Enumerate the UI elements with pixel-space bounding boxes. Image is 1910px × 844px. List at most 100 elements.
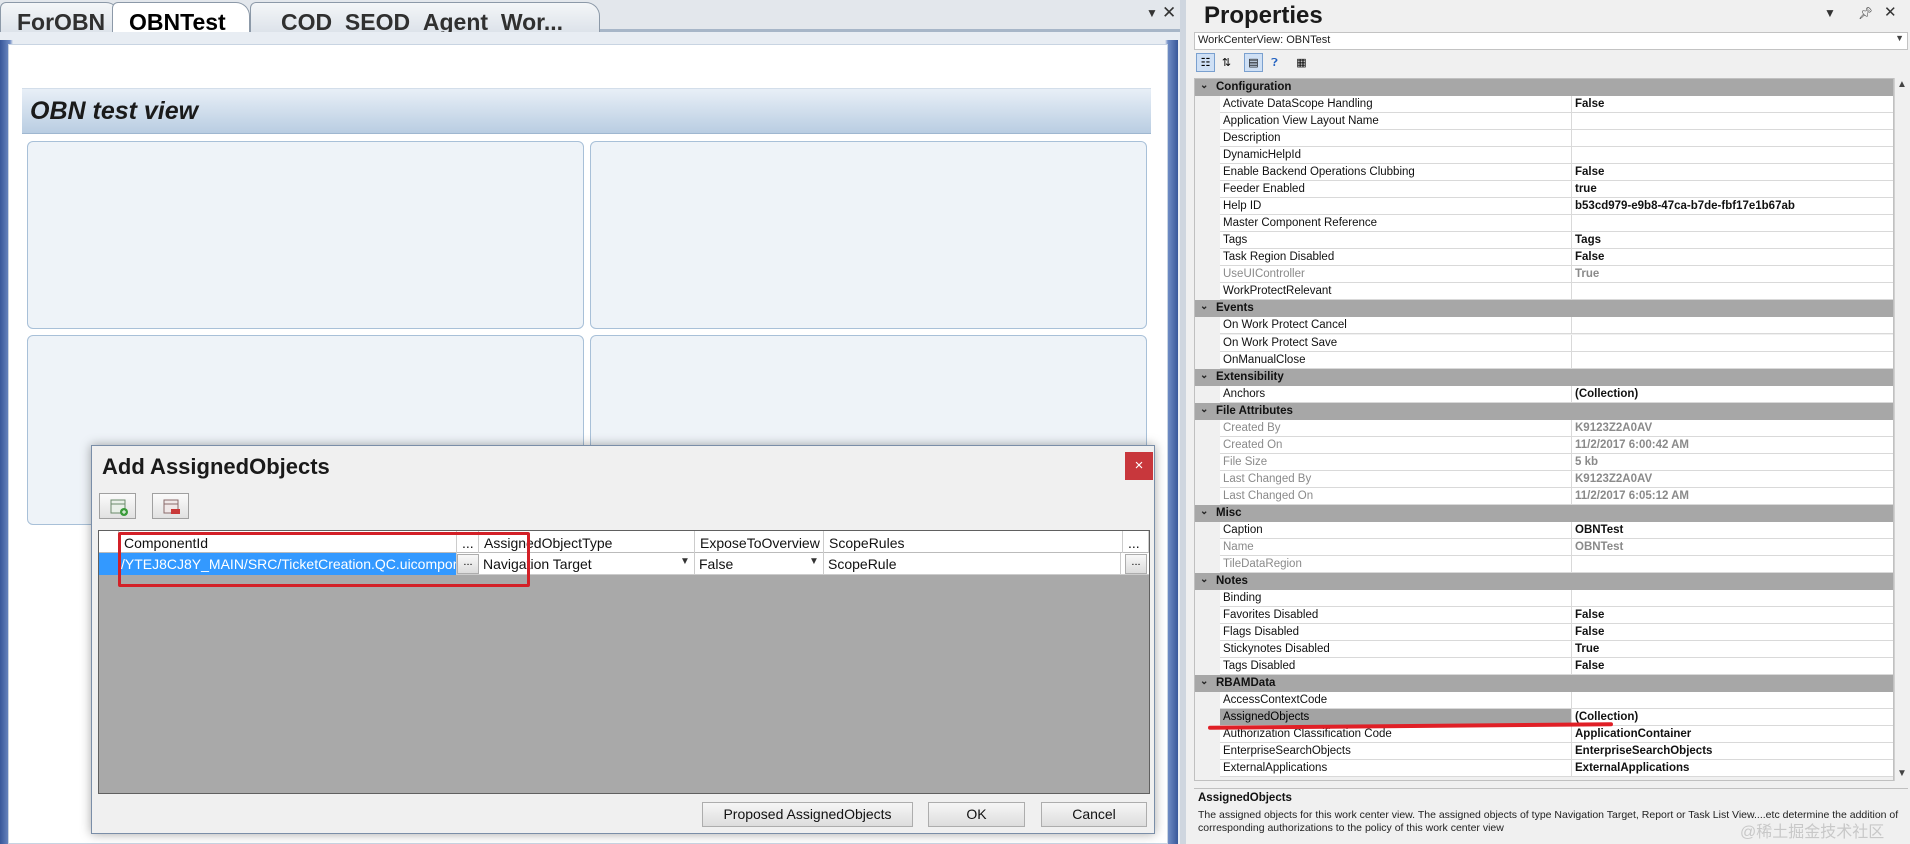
property-value[interactable]: ApplicationContainer [1571, 726, 1893, 744]
tab-cod-seod-agent[interactable]: COD_SEOD_Agent_Wor... [250, 2, 600, 32]
property-row[interactable]: Flags Disabled False [1195, 624, 1893, 641]
property-name[interactable]: Tags [1220, 232, 1571, 250]
property-value[interactable]: true [1571, 181, 1893, 199]
property-name[interactable]: OnManualClose [1220, 351, 1571, 369]
property-row[interactable]: DynamicHelpId [1195, 147, 1893, 165]
property-value[interactable]: ExternalApplications [1571, 760, 1893, 778]
property-row[interactable]: Enable Backend Operations Clubbing False [1195, 164, 1893, 182]
collapse-icon[interactable]: ⌄ [1200, 80, 1208, 91]
property-value[interactable]: True [1571, 266, 1893, 284]
property-value[interactable]: K9123Z2A0AV [1571, 470, 1893, 488]
scoperules-browse-button[interactable]: ... [1125, 554, 1147, 574]
property-name[interactable]: Master Component Reference [1220, 215, 1571, 233]
property-name[interactable]: Created On [1220, 436, 1571, 454]
cancel-button[interactable]: Cancel [1041, 802, 1147, 827]
property-name[interactable]: Binding [1220, 589, 1571, 607]
property-name[interactable]: AccessContextCode [1220, 692, 1571, 710]
column-header-componentid[interactable]: ComponentId [119, 531, 457, 553]
property-row[interactable]: Help ID b53cd979-e9b8-47ca-b7de-fbf17e1b6… [1195, 198, 1893, 216]
property-value[interactable] [1571, 283, 1893, 301]
categorized-icon[interactable]: ☷ [1196, 53, 1215, 72]
property-value[interactable] [1571, 351, 1893, 369]
delete-row-button[interactable] [152, 493, 189, 519]
property-name[interactable]: DynamicHelpId [1220, 147, 1571, 165]
property-row[interactable]: Created By K9123Z2A0AV [1195, 419, 1893, 437]
property-row[interactable]: On Work Protect Save [1195, 334, 1893, 352]
layout-panel-top-right[interactable] [590, 141, 1147, 329]
pin-icon[interactable]: 📌︎ [1858, 6, 1873, 20]
proposed-assigned-objects-button[interactable]: Proposed AssignedObjects [702, 802, 913, 827]
property-row[interactable]: UseUIController True [1195, 266, 1893, 284]
property-name[interactable]: On Work Protect Cancel [1220, 317, 1571, 335]
property-name[interactable]: Last Changed By [1220, 470, 1571, 488]
property-value[interactable]: False [1571, 606, 1893, 624]
property-value[interactable]: OBNTest [1571, 538, 1893, 556]
collapse-icon[interactable]: ⌄ [1200, 506, 1208, 517]
property-row[interactable]: Last Changed By K9123Z2A0AV [1195, 470, 1893, 488]
help-icon[interactable]: ❓︎ [1265, 53, 1284, 72]
property-row[interactable]: ExternalApplications ExternalApplications [1195, 760, 1893, 778]
collapse-icon[interactable]: ⌄ [1200, 301, 1208, 312]
property-value[interactable] [1571, 555, 1893, 573]
property-name[interactable]: Application View Layout Name [1220, 113, 1571, 131]
property-value[interactable]: b53cd979-e9b8-47ca-b7de-fbf17e1b67ab [1571, 198, 1893, 216]
property-row[interactable]: Caption OBNTest [1195, 521, 1893, 539]
property-value[interactable] [1571, 589, 1893, 607]
property-row[interactable]: Stickynotes Disabled True [1195, 641, 1893, 658]
property-value[interactable]: Tags [1571, 232, 1893, 250]
property-row[interactable]: Master Component Reference [1195, 215, 1893, 233]
property-value[interactable] [1571, 334, 1893, 352]
exposetooverview-combo[interactable]: False ▼ [695, 553, 824, 575]
collapse-icon[interactable]: ⌄ [1200, 676, 1208, 687]
property-row[interactable]: TileDataRegion [1195, 555, 1893, 573]
property-name[interactable]: Flags Disabled [1220, 624, 1571, 641]
collapse-icon[interactable]: ⌄ [1200, 370, 1208, 381]
property-row[interactable]: Activate DataScope Handling False [1195, 96, 1893, 113]
layout-panel-top-left[interactable] [27, 141, 584, 329]
property-value[interactable]: (Collection) [1571, 385, 1893, 403]
category-file-attributes[interactable]: ⌄ File Attributes [1195, 402, 1893, 420]
pane-menu-icon[interactable]: ▼ [1824, 6, 1836, 20]
property-name[interactable]: Activate DataScope Handling [1220, 96, 1571, 113]
close-pane-icon[interactable]: ✕ [1884, 3, 1897, 21]
tab-obntest[interactable]: OBNTest [112, 2, 250, 32]
componentid-cell[interactable]: /YTEJ8CJ8Y_MAIN/SRC/TicketCreation.QC.ui… [99, 553, 457, 575]
chevron-down-icon[interactable]: ▼ [678, 556, 692, 572]
property-value[interactable] [1571, 692, 1893, 710]
property-value[interactable]: False [1571, 249, 1893, 267]
tab-list-dropdown-icon[interactable]: ▼ [1146, 6, 1158, 20]
property-name[interactable]: Enable Backend Operations Clubbing [1220, 164, 1571, 182]
property-row[interactable]: On Work Protect Cancel [1195, 317, 1893, 335]
view-header[interactable]: OBN test view [22, 88, 1151, 134]
property-name[interactable]: Caption [1220, 521, 1571, 539]
property-name[interactable]: Task Region Disabled [1220, 249, 1571, 267]
property-name[interactable]: Created By [1220, 419, 1571, 437]
property-value[interactable]: False [1571, 624, 1893, 641]
property-value[interactable]: 11/2/2017 6:00:42 AM [1571, 436, 1893, 454]
property-name[interactable]: Anchors [1220, 385, 1571, 403]
collapse-icon[interactable]: ⌄ [1200, 574, 1208, 585]
componentid-browse-button[interactable]: ... [457, 554, 479, 574]
table-row[interactable]: /YTEJ8CJ8Y_MAIN/SRC/TicketCreation.QC.ui… [99, 553, 1149, 575]
category-events[interactable]: ⌄ Events [1195, 300, 1893, 318]
properties-view-icon[interactable]: ▤ [1244, 53, 1263, 72]
property-value[interactable] [1571, 147, 1893, 165]
property-value[interactable]: 11/2/2017 6:05:12 AM [1571, 487, 1893, 505]
property-row[interactable]: OnManualClose [1195, 351, 1893, 369]
property-value[interactable] [1571, 215, 1893, 233]
property-row[interactable]: Binding [1195, 589, 1893, 607]
category-notes[interactable]: ⌄ Notes [1195, 572, 1893, 590]
category-extensibility[interactable]: ⌄ Extensibility [1195, 368, 1893, 386]
property-name[interactable]: EnterpriseSearchObjects [1220, 743, 1571, 761]
property-name[interactable]: Last Changed On [1220, 487, 1571, 505]
property-name[interactable]: Feeder Enabled [1220, 181, 1571, 199]
property-value[interactable]: False [1571, 96, 1893, 113]
property-name[interactable]: Tags Disabled [1220, 658, 1571, 675]
property-name[interactable]: WorkProtectRelevant [1220, 283, 1571, 301]
property-row[interactable]: Anchors (Collection) [1195, 385, 1893, 403]
property-row[interactable]: Tags Disabled False [1195, 658, 1893, 675]
category-configuration[interactable]: ⌄ Configuration [1195, 79, 1893, 96]
property-name[interactable]: Name [1220, 538, 1571, 556]
property-row[interactable]: File Size 5 kb [1195, 453, 1893, 471]
property-value[interactable] [1571, 317, 1893, 335]
